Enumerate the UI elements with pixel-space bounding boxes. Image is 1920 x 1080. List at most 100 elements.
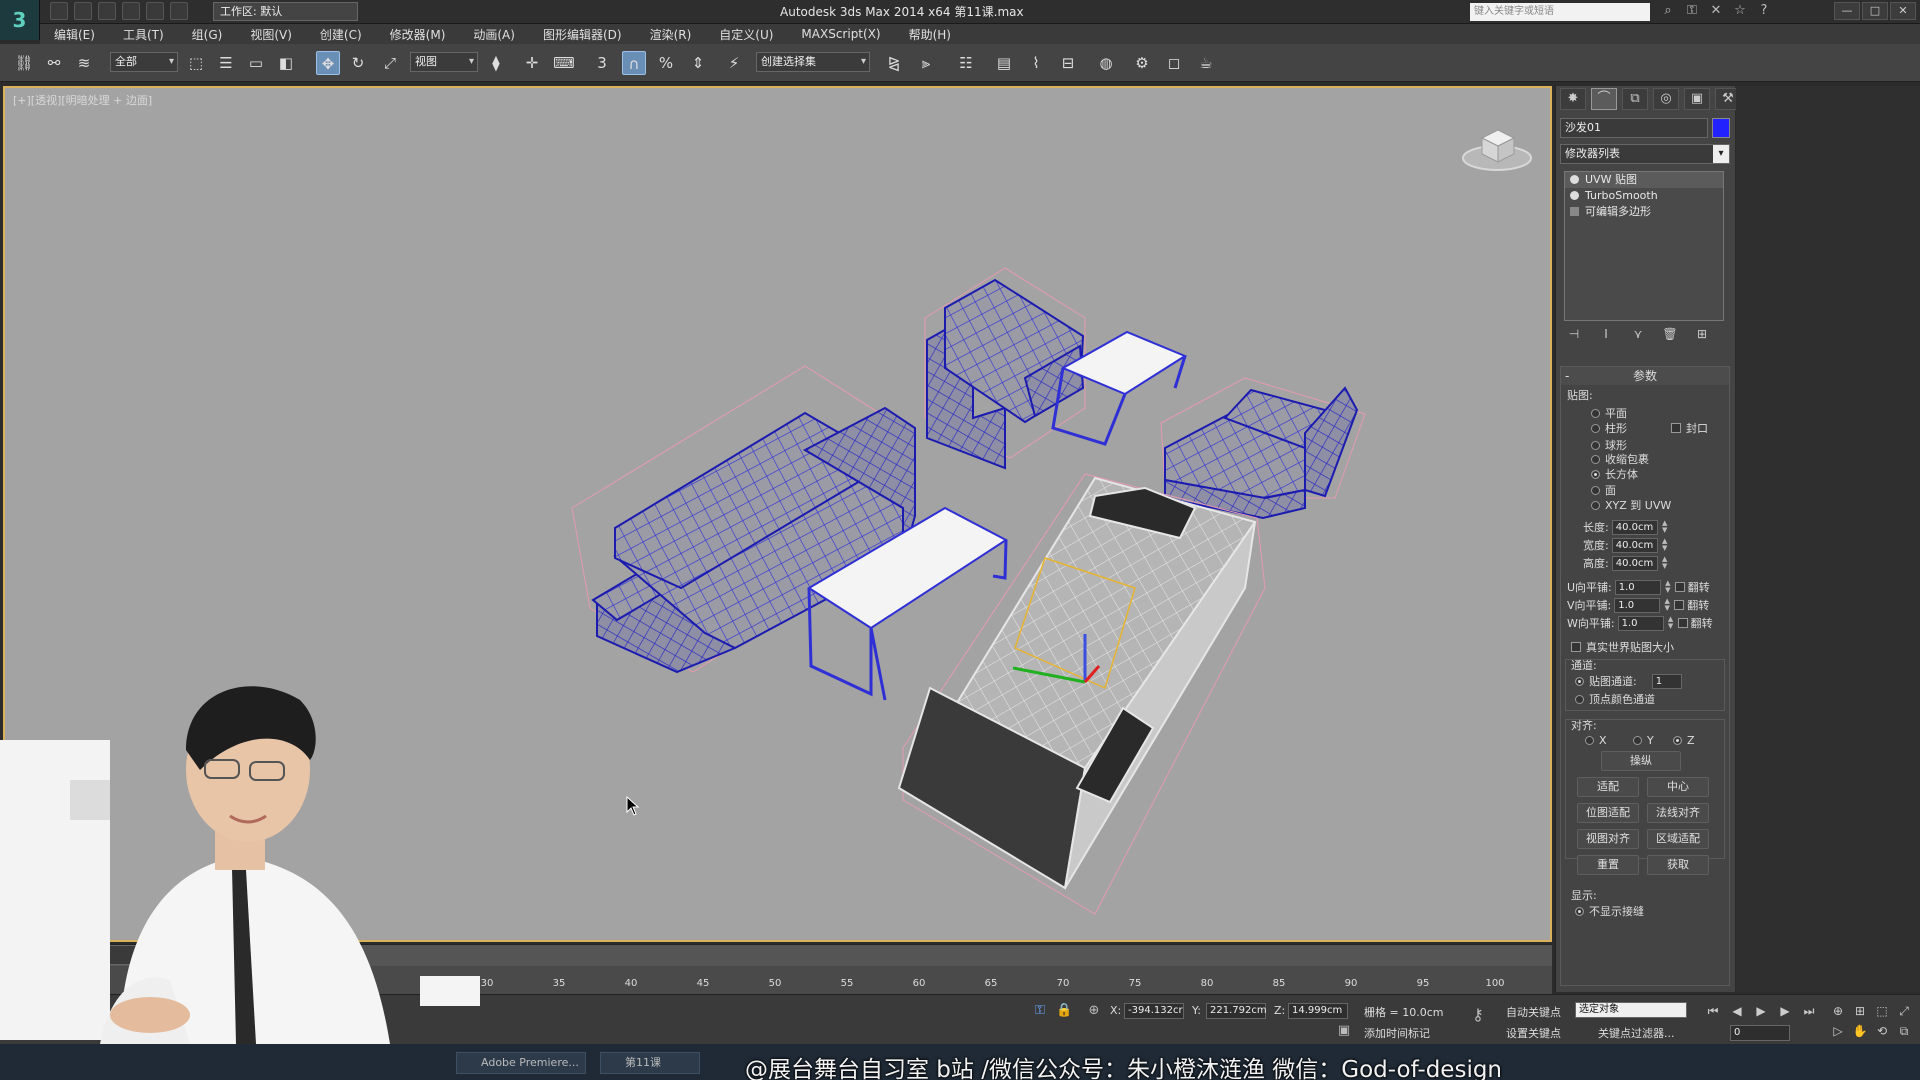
expand-icon[interactable]	[1570, 207, 1579, 216]
lock-icon[interactable]: 🔒	[1056, 1003, 1072, 1019]
field-of-view-icon[interactable]: ▷	[1830, 1023, 1846, 1039]
select-manipulate-icon[interactable]: ✛	[520, 51, 544, 75]
select-rotate-icon[interactable]: ↻	[346, 51, 370, 75]
selection-filter-dropdown[interactable]: 全部	[110, 52, 178, 72]
schematic-view-icon[interactable]: ⊟	[1056, 51, 1080, 75]
go-to-start-icon[interactable]: ⏮	[1705, 1003, 1721, 1019]
align-x-radio[interactable]: X	[1585, 734, 1607, 747]
minimize-button[interactable]: —	[1834, 2, 1860, 20]
material-editor-icon[interactable]: ◍	[1094, 51, 1118, 75]
mapping-face-radio[interactable]: 面	[1591, 482, 1616, 498]
reset-button[interactable]: 重置	[1577, 855, 1639, 875]
menu-tools[interactable]: 工具(T)	[109, 26, 178, 43]
v-tile-spinner[interactable]: V向平铺: 1.0 ▲ ▼ 翻转	[1567, 597, 1709, 613]
key-selection-dropdown[interactable]: 选定对象	[1575, 1002, 1687, 1018]
center-button[interactable]: 中心	[1647, 777, 1709, 797]
pivot-center-icon[interactable]: ⧫	[484, 51, 508, 75]
key-filters-button[interactable]: 关键点过滤器...	[1598, 1025, 1675, 1041]
hierarchy-tab-icon[interactable]: ⧉	[1622, 88, 1648, 110]
mapping-box-radio[interactable]: 长方体	[1591, 466, 1638, 482]
snaps-toggle-icon[interactable]: 3	[590, 51, 614, 75]
configure-modifier-sets-icon[interactable]: ⊞	[1692, 327, 1712, 345]
y-coord-field[interactable]: 221.792cm	[1206, 1003, 1267, 1019]
binoculars-icon[interactable]: ⌕	[1660, 3, 1676, 19]
manipulate-button[interactable]: 操纵	[1601, 751, 1681, 771]
object-color-swatch[interactable]	[1712, 118, 1730, 138]
undo-icon[interactable]	[122, 2, 140, 20]
select-by-name-icon[interactable]: ☰	[214, 51, 238, 75]
display-tab-icon[interactable]: ▣	[1684, 88, 1710, 110]
motion-tab-icon[interactable]: ◎	[1653, 88, 1679, 110]
render-production-icon[interactable]: ☕	[1194, 51, 1218, 75]
auto-key-button[interactable]: 自动关键点	[1506, 1004, 1561, 1020]
orbit-icon[interactable]: ⟲	[1874, 1023, 1890, 1039]
modifier-list-dropdown[interactable]: 修改器列表 ▾	[1560, 144, 1730, 164]
cap-checkbox[interactable]: 封口	[1671, 420, 1708, 436]
stack-item-uvw-map[interactable]: UVW 贴图	[1565, 172, 1723, 188]
window-crossing-icon[interactable]: ◧	[274, 51, 298, 75]
current-frame-field[interactable]: 0	[1730, 1025, 1790, 1041]
height-spinner[interactable]: 高度: 40.0cm ▲ ▼	[1583, 555, 1669, 571]
reference-coordinate-dropdown[interactable]: 视图	[410, 52, 478, 72]
align-icon[interactable]: ⫸	[914, 51, 938, 75]
rollout-header[interactable]: - 参数	[1561, 367, 1729, 385]
menu-help[interactable]: 帮助(H)	[895, 26, 965, 43]
named-selection-dropdown[interactable]: 创建选择集	[756, 52, 870, 72]
menu-graph-editors[interactable]: 图形编辑器(D)	[529, 26, 636, 43]
zoom-all-icon[interactable]: ⊞	[1852, 1003, 1868, 1019]
taskbar-item-3dsmax[interactable]: 第11课	[600, 1052, 700, 1074]
w-tile-spinner[interactable]: W向平铺: 1.0 ▲ ▼ 翻转	[1567, 615, 1713, 631]
menu-customize[interactable]: 自定义(U)	[705, 26, 787, 43]
modify-tab-icon[interactable]: ⌒	[1591, 88, 1617, 110]
u-tile-spinner[interactable]: U向平铺: 1.0 ▲ ▼ 翻转	[1567, 579, 1710, 595]
mirror-icon[interactable]: ⧎	[882, 51, 906, 75]
curve-editor-icon[interactable]: ⌇	[1024, 51, 1048, 75]
menu-edit[interactable]: 编辑(E)	[40, 26, 109, 43]
close-button[interactable]: ✕	[1890, 2, 1916, 20]
layer-manager-icon[interactable]: ☷	[954, 51, 978, 75]
new-file-icon[interactable]	[50, 2, 68, 20]
edit-named-selection-icon[interactable]: ⚡	[722, 51, 746, 75]
keyboard-shortcut-icon[interactable]: ⌨	[552, 51, 576, 75]
menu-maxscript[interactable]: MAXScript(X)	[787, 27, 894, 41]
pin-stack-icon[interactable]: ⊣	[1564, 327, 1584, 345]
open-file-icon[interactable]	[74, 2, 92, 20]
no-seams-radio[interactable]: 不显示接缝	[1575, 903, 1644, 919]
menu-views[interactable]: 视图(V)	[236, 26, 306, 43]
mapping-cylindrical-radio[interactable]: 柱形	[1591, 420, 1627, 436]
chevron-down-icon[interactable]: ▾	[1713, 145, 1729, 163]
align-z-radio[interactable]: Z	[1673, 734, 1695, 747]
link-icon[interactable]: ⛓	[12, 51, 36, 75]
bitmap-fit-button[interactable]: 位图适配	[1577, 803, 1639, 823]
object-name-field[interactable]: 沙发01	[1560, 118, 1708, 138]
close-search-icon[interactable]: ✕	[1708, 3, 1724, 19]
taskbar-item-premiere[interactable]: Adobe Premiere...	[456, 1052, 586, 1074]
spinner-snap-icon[interactable]: ⇕	[686, 51, 710, 75]
graphite-toolbar-icon[interactable]: ▤	[992, 51, 1016, 75]
pan-icon[interactable]: ✋	[1852, 1023, 1868, 1039]
select-object-icon[interactable]: ⬚	[184, 51, 208, 75]
redo-icon[interactable]	[146, 2, 164, 20]
map-channel-radio[interactable]: 贴图通道: 1	[1575, 673, 1682, 689]
lightbulb-icon[interactable]	[1570, 175, 1579, 184]
make-unique-icon[interactable]: ⋎	[1628, 327, 1648, 345]
percent-snap-icon[interactable]: %	[654, 51, 678, 75]
normal-align-button[interactable]: 法线对齐	[1647, 803, 1709, 823]
show-end-result-icon[interactable]: Ⅰ	[1596, 327, 1616, 345]
set-key-button[interactable]: 设置关键点	[1506, 1025, 1561, 1041]
go-to-end-icon[interactable]: ⏭	[1801, 1003, 1817, 1019]
mapping-shrink-wrap-radio[interactable]: 收缩包裹	[1591, 451, 1649, 467]
selection-lock-icon[interactable]: ⚿	[1032, 1003, 1048, 1019]
length-spinner[interactable]: 长度: 40.0cm ▲ ▼	[1583, 519, 1669, 535]
menu-modifiers[interactable]: 修改器(M)	[376, 26, 460, 43]
add-time-tag[interactable]: 添加时间标记	[1364, 1025, 1430, 1041]
app-menu-button[interactable]: 3	[0, 0, 40, 40]
unlink-icon[interactable]: ⚯	[42, 51, 66, 75]
next-frame-icon[interactable]: ▶	[1777, 1003, 1793, 1019]
armchair-right[interactable]	[1160, 377, 1366, 520]
bind-space-warp-icon[interactable]: ≋	[72, 51, 96, 75]
create-tab-icon[interactable]: ✸	[1560, 88, 1586, 110]
save-file-icon[interactable]	[98, 2, 116, 20]
stack-item-turbosmooth[interactable]: TurboSmooth	[1565, 188, 1723, 204]
key-mode-icon[interactable]: ⚷	[1470, 1007, 1486, 1023]
